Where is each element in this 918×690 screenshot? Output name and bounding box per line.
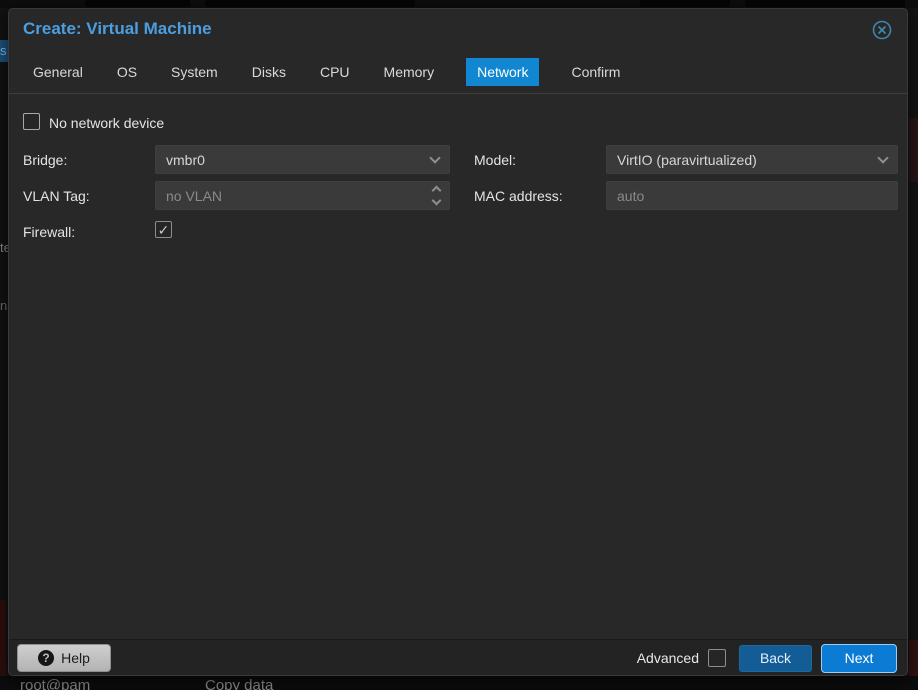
background-log-error-strip	[0, 600, 6, 676]
firewall-label: Firewall:	[23, 224, 76, 240]
tab-network[interactable]: Network	[466, 58, 540, 86]
background-tree-strip: s te ns	[0, 8, 8, 676]
tabbar-separator	[9, 93, 907, 94]
dialog-title: Create: Virtual Machine	[23, 19, 212, 38]
background-tree-item: ns	[0, 298, 8, 313]
firewall-checkbox[interactable]: ✓	[155, 221, 172, 238]
help-button[interactable]: ? Help	[17, 644, 111, 672]
bridge-select[interactable]: vmbr0	[155, 145, 450, 174]
vlan-tag-input[interactable]	[155, 181, 424, 210]
back-button[interactable]: Back	[739, 644, 812, 672]
background-toolbar-button	[85, 0, 190, 7]
footer-actions: Advanced Back Next	[637, 640, 897, 676]
model-value: VirtIO (paravirtualized)	[617, 151, 757, 168]
tab-memory[interactable]: Memory	[382, 58, 437, 86]
tab-system[interactable]: System	[169, 58, 220, 86]
check-icon: ✓	[157, 221, 170, 238]
vlan-tag-spinner[interactable]	[424, 181, 450, 210]
advanced-label: Advanced	[636, 650, 699, 666]
advanced-checkbox[interactable]	[708, 649, 726, 667]
question-mark-icon: ?	[38, 650, 55, 666]
chevron-down-icon	[429, 151, 441, 164]
background-toolbar-button	[205, 0, 415, 7]
wizard-tabbar: General OS System Disks CPU Memory Netwo…	[31, 58, 622, 86]
tab-disks[interactable]: Disks	[250, 58, 288, 86]
bridge-label: Bridge:	[23, 152, 68, 168]
no-network-device-checkbox[interactable]	[23, 113, 40, 130]
background-toolbar-button	[745, 0, 905, 7]
tab-os[interactable]: OS	[115, 58, 139, 86]
background-status-strip: root@pam Copy data	[0, 676, 918, 690]
screen: s te ns root@pam Copy data Create: Virtu…	[0, 0, 918, 690]
tab-confirm[interactable]: Confirm	[569, 58, 622, 86]
tab-cpu[interactable]: CPU	[318, 58, 352, 86]
no-network-device-label: No network device	[49, 115, 165, 131]
close-icon[interactable]	[871, 19, 893, 41]
dialog-footer: ? Help Advanced Back Next	[9, 639, 907, 675]
background-tree-item: te	[0, 240, 8, 255]
background-right-patch	[909, 118, 918, 182]
mac-address-label: MAC address:	[474, 188, 563, 204]
tab-general[interactable]: General	[31, 58, 85, 86]
mac-address-input[interactable]	[606, 181, 898, 210]
model-select[interactable]: VirtIO (paravirtualized)	[606, 145, 898, 174]
vlan-tag-label: VLAN Tag:	[23, 188, 90, 204]
model-label: Model:	[474, 152, 517, 168]
next-button[interactable]: Next	[821, 643, 897, 673]
background-toolbar-button	[640, 0, 730, 7]
background-right-patch	[909, 640, 918, 676]
help-button-label: Help	[61, 650, 90, 666]
background-right-strip	[908, 8, 918, 676]
spinner-up-down-icon	[431, 185, 442, 206]
bridge-value: vmbr0	[166, 151, 205, 168]
background-toolbar-strip	[0, 0, 918, 8]
background-status-action: Copy data	[205, 677, 274, 690]
chevron-down-icon	[877, 151, 889, 164]
background-status-user: root@pam	[20, 677, 91, 690]
background-tree-selected-item: s	[0, 40, 8, 62]
create-vm-dialog: Create: Virtual Machine General OS Syste…	[8, 8, 908, 676]
